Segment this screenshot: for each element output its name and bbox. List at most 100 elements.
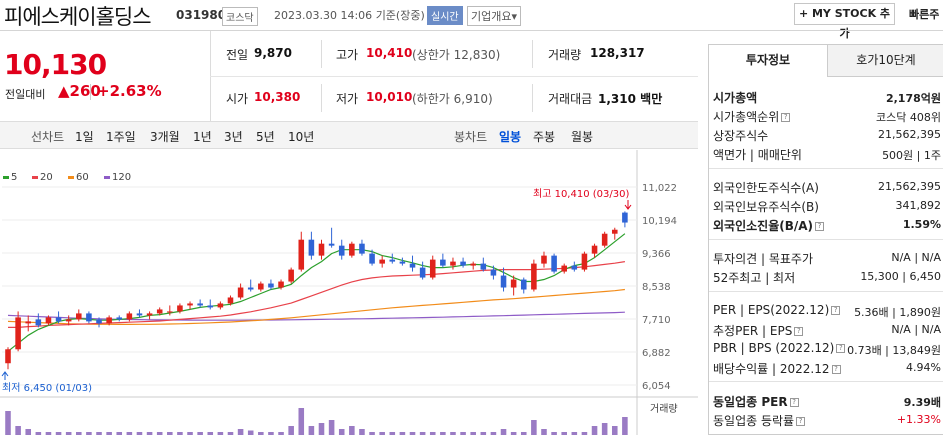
- volume-value: 128,317: [590, 46, 645, 60]
- help-icon[interactable]: ?: [815, 222, 825, 231]
- amount-number: 1,310: [598, 92, 636, 106]
- candle-period-0[interactable]: 일봉: [499, 128, 521, 145]
- invest-row-label: 동일업종 PER?: [713, 393, 799, 410]
- chart-period-bar: [0, 121, 698, 149]
- candle-body: [55, 317, 62, 322]
- candle-body: [76, 313, 82, 320]
- tab-invest-info[interactable]: 투자정보: [709, 45, 828, 77]
- help-icon[interactable]: ?: [831, 306, 841, 315]
- candle-body: [561, 265, 567, 272]
- candle-body: [187, 303, 193, 306]
- candle-body: [490, 269, 497, 276]
- panel-divider: [709, 381, 943, 382]
- candle-body: [571, 265, 578, 270]
- candle-body: [96, 319, 102, 324]
- help-icon[interactable]: ?: [794, 327, 804, 336]
- upper-limit: (상한가 12,830): [412, 48, 501, 62]
- candle-body: [15, 317, 21, 350]
- candle-body: [116, 317, 123, 320]
- volume-bar: [288, 426, 294, 435]
- help-icon[interactable]: ?: [831, 365, 841, 374]
- line-period-3[interactable]: 1년: [193, 128, 212, 145]
- invest-row-label-text: 상장주식수: [713, 129, 769, 143]
- candle-body: [601, 233, 608, 246]
- line-period-5[interactable]: 5년: [256, 128, 275, 145]
- invest-row-label-text: PER | EPS(2022.12): [713, 303, 830, 317]
- help-icon[interactable]: ?: [789, 398, 799, 407]
- company-overview-button[interactable]: 기업개요▾: [467, 6, 522, 26]
- y-tick-label: 11,022: [642, 183, 677, 194]
- invest-row-label: 외국인보유주식수(B): [713, 198, 819, 215]
- invest-row-label: 외국인소진율(B/A)?: [713, 217, 825, 234]
- candle-body: [45, 317, 52, 324]
- line-period-0[interactable]: 1일: [75, 128, 94, 145]
- candle-body: [389, 259, 396, 262]
- candle-body: [167, 311, 173, 313]
- quick-order-link[interactable]: 빠른주: [909, 6, 939, 22]
- lower-limit: (하한가 6,910): [412, 92, 493, 106]
- candle-body: [156, 309, 163, 314]
- realtime-badge[interactable]: 실시간: [427, 6, 463, 25]
- line-period-2[interactable]: 3개월: [150, 128, 180, 145]
- candle-body: [177, 305, 183, 312]
- ma5-line: [7, 233, 626, 352]
- volume-bar: [500, 429, 507, 435]
- prev-close-label: 전일: [226, 48, 249, 62]
- candle-period-2[interactable]: 월봉: [571, 128, 593, 145]
- candle-body: [247, 287, 254, 290]
- tab-orderbook[interactable]: 호가10단계: [828, 45, 943, 77]
- volume-bar: [298, 408, 305, 435]
- candle-period-1[interactable]: 주봉: [533, 128, 555, 145]
- high-label: 고가: [336, 48, 359, 62]
- header-divider: [0, 30, 943, 31]
- volume-label: 거래량: [650, 403, 678, 415]
- volume-label: 거래량: [548, 48, 582, 62]
- invest-row-label-text: 투자의견 | 목표주가: [713, 252, 813, 266]
- candle-body: [268, 283, 274, 288]
- candle-body: [591, 245, 598, 254]
- my-stock-add-button[interactable]: + MY STOCK 추가: [794, 3, 895, 40]
- stock-code: 031980: [176, 8, 227, 22]
- candle-body: [5, 349, 11, 364]
- price-chart[interactable]: 11,022 10,194 9,366 8,538 7,710 6,882 6,054 거래량…: [0, 150, 698, 435]
- change-percent: +2.63%: [97, 82, 162, 100]
- quote-datetime: 2023.03.30 14:06 기준(장중): [274, 7, 425, 23]
- candle-body: [450, 261, 456, 266]
- candle-body: [531, 263, 537, 290]
- invest-row-value: 0.73배 | 13,849원: [847, 344, 941, 357]
- invest-row-value: 9.39배: [903, 396, 941, 409]
- invest-row-label-text: 시가총액: [713, 91, 758, 105]
- volume-bar: [25, 429, 32, 435]
- candle-body: [278, 281, 284, 288]
- amount-label: 거래대금: [548, 92, 593, 106]
- line-period-4[interactable]: 3년: [224, 128, 243, 145]
- help-icon[interactable]: ?: [781, 113, 791, 122]
- line-period-6[interactable]: 10년: [288, 128, 314, 145]
- chevron-down-icon: ▾: [511, 10, 518, 23]
- help-icon[interactable]: ?: [796, 417, 806, 426]
- invest-row-value: 21,562,395: [878, 128, 941, 141]
- volume-bar: [622, 417, 628, 435]
- help-icon[interactable]: ?: [836, 344, 846, 353]
- candle-body: [197, 303, 203, 306]
- candle-body: [581, 253, 588, 270]
- invest-row-value: 코스닥 408위: [876, 111, 941, 124]
- invest-row-label: 시가총액: [713, 89, 757, 106]
- low-value: 10,010: [366, 90, 413, 104]
- candle-body: [399, 261, 406, 264]
- candle-body: [419, 267, 426, 278]
- candle-body: [379, 259, 385, 264]
- invest-row-label-text: 외국인한도주식수(A): [713, 181, 819, 195]
- line-chart-label: 선차트: [31, 130, 65, 144]
- stock-name: 피에스케이홀딩스: [4, 5, 152, 29]
- line-period-1[interactable]: 1주일: [106, 128, 136, 145]
- prev-close-value: 9,870: [254, 46, 292, 60]
- volume-bar: [531, 420, 537, 435]
- volume-bar: [541, 429, 547, 435]
- candle-body: [480, 263, 487, 270]
- quote-row-divider: [210, 76, 698, 77]
- y-tick-label: 6,054: [642, 381, 671, 392]
- volume-bar: [601, 423, 608, 435]
- up-arrow-icon: ▲: [58, 82, 70, 100]
- invest-row-label-text: 외국인보유주식수(B): [713, 200, 819, 214]
